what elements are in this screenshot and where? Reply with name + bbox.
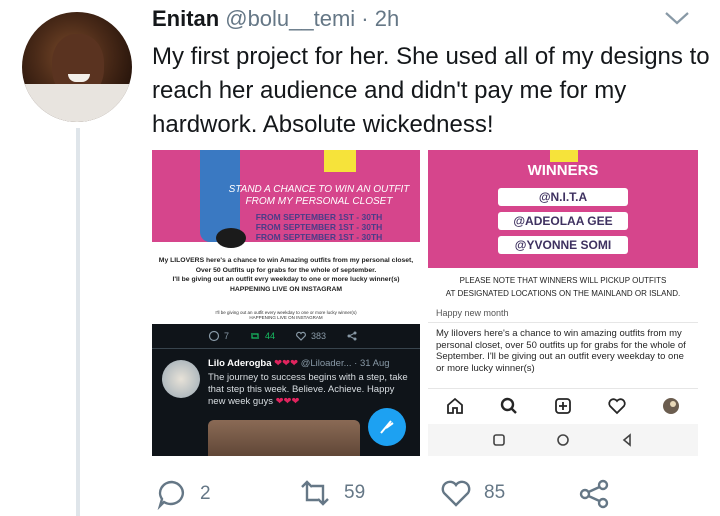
share-icon <box>347 331 357 341</box>
retweet-count: 59 <box>344 482 366 503</box>
flyer-headline: STAND A CHANCE TO WIN AN OUTFIT FROM MY … <box>228 184 410 207</box>
screenshot-tweet-text: The journey to success begins with a ste… <box>208 372 408 407</box>
instagram-caption: My liIovers here's a chance to win amazi… <box>436 328 686 374</box>
thread-line <box>76 128 80 516</box>
screenshot-author: Lilo Aderogba ❤❤❤ @Liloader... · 31 Aug <box>208 358 390 369</box>
action-bar: 2 59 85 <box>152 478 712 516</box>
reply-icon <box>208 330 220 342</box>
feather-icon <box>380 420 394 434</box>
home-icon <box>447 397 463 414</box>
heart-icon <box>608 398 626 415</box>
screenshot-photo <box>208 420 360 456</box>
compose-button <box>368 408 406 446</box>
screenshot-strip: I'll be giving out an outfit every weekd… <box>152 308 420 324</box>
heart-icon <box>441 480 471 507</box>
back-icon <box>622 433 631 447</box>
screenshot-avatar <box>162 360 200 398</box>
recents-icon <box>493 434 505 446</box>
chevron-down-icon[interactable] <box>664 10 690 26</box>
winner-pill: @ADEOLAA GEE <box>498 212 628 230</box>
flyer-dates: FROM SEPTEMBER 1ST - 30TH FROM SEPTEMBER… <box>255 212 383 242</box>
reply-icon <box>157 480 184 510</box>
heart-icon <box>296 331 306 341</box>
retweet-icon <box>301 480 329 506</box>
reply-count: 2 <box>200 483 211 504</box>
media-grid: STAND A CHANCE TO WIN AN OUTFIT FROM MY … <box>152 150 698 456</box>
reply-button[interactable]: 2 <box>156 478 211 510</box>
tweet-text: My first project for her. She used all o… <box>152 43 710 138</box>
flyer-contest-image[interactable]: STAND A CHANCE TO WIN AN OUTFIT FROM MY … <box>152 150 420 302</box>
share-button[interactable] <box>578 478 610 510</box>
author-handle[interactable]: @bolu__temi · 2h <box>225 6 399 32</box>
instagram-top-text: Happy new month <box>436 308 509 318</box>
avatar[interactable] <box>22 12 132 122</box>
home-circle-icon <box>557 434 569 446</box>
flyer-body: My LILOVERS here's a chance to win Amazi… <box>158 257 414 293</box>
like-button[interactable]: 85 <box>440 478 505 508</box>
screenshot-stats: 7 44 383 <box>208 330 408 342</box>
winner-pill: @N.I.T.A <box>498 188 628 206</box>
retweet-button[interactable]: 59 <box>298 478 365 508</box>
instagram-screenshot-image[interactable]: Happy new month My liIovers here's a cha… <box>428 308 698 456</box>
like-count: 85 <box>484 482 506 503</box>
flyer-winners-image[interactable]: WINNERS @N.I.T.A @ADEOLAA GEE @YVONNE SO… <box>428 150 698 302</box>
android-nav <box>428 424 698 456</box>
profile-icon <box>663 398 679 414</box>
winners-title: WINNERS <box>527 162 599 179</box>
retweet-icon <box>251 333 260 339</box>
search-icon <box>500 397 517 414</box>
instagram-nav <box>428 388 698 423</box>
twitter-screenshot-image[interactable]: I'll be giving out an outfit every weekd… <box>152 308 420 456</box>
author-name[interactable]: Enitan <box>152 6 219 32</box>
share-icon <box>579 479 609 509</box>
winner-pill: @YVONNE SOMI <box>498 236 628 254</box>
tweet-header: Enitan @bolu__temi · 2h <box>152 6 399 36</box>
winners-note: PLEASE NOTE THAT WINNERS WILL PICKUP OUT… <box>445 276 681 298</box>
add-post-icon <box>555 398 571 414</box>
